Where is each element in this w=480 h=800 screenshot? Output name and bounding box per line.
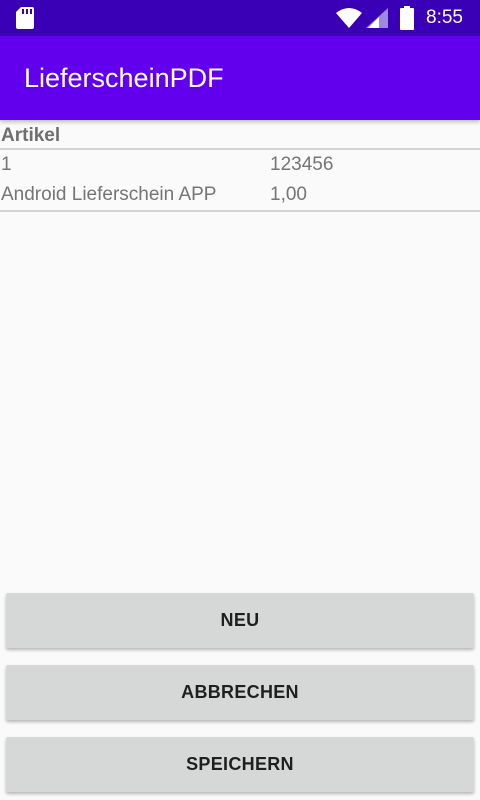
table-row[interactable]: Android Lieferschein APP 1,00 (0, 180, 480, 210)
cancel-button[interactable]: ABBRECHEN (6, 665, 474, 720)
table-row[interactable]: 1 123456 (0, 150, 480, 180)
wifi-icon (336, 8, 362, 28)
new-button[interactable]: NEU (6, 593, 474, 648)
table-cell-quantity: 1,00 (270, 184, 307, 205)
table-header: Artikel (0, 122, 480, 150)
sd-card-icon (16, 7, 34, 29)
signal-icon (366, 8, 388, 28)
battery-icon (400, 6, 414, 30)
app-title: LieferscheinPDF (24, 63, 224, 93)
table-cell-position: 1 (1, 154, 12, 175)
table-divider (0, 210, 480, 212)
table-cell-description: Android Lieferschein APP (1, 184, 217, 205)
app-bar: LieferscheinPDF (0, 36, 480, 120)
status-time: 8:55 (426, 7, 463, 28)
status-bar: 8:55 (0, 0, 480, 36)
article-table: Artikel 1 123456 Android Lieferschein AP… (0, 122, 480, 212)
table-cell-article-number: 123456 (270, 154, 334, 175)
save-button[interactable]: SPEICHERN (6, 737, 474, 792)
